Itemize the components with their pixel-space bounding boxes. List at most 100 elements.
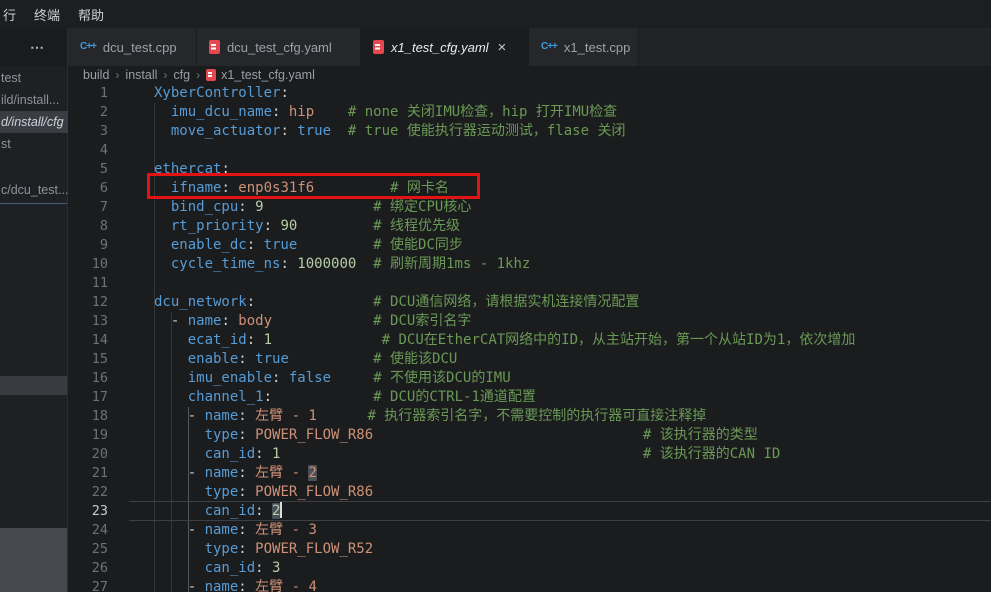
code-token: imu_dcu_name xyxy=(171,104,272,120)
code-token xyxy=(264,199,374,215)
code-token: : xyxy=(255,446,272,462)
line-number: 21 xyxy=(68,464,129,483)
code-token: - xyxy=(154,579,205,592)
code-token xyxy=(255,294,373,310)
code-line: type: POWER_FLOW_R86 # 该执行器的类型 xyxy=(129,426,991,445)
tab-label: dcu_test_cfg.yaml xyxy=(227,40,332,55)
code-token: ecat_id xyxy=(188,332,247,348)
code-token: # 该执行器的CAN ID xyxy=(643,446,780,462)
code-token xyxy=(314,104,348,120)
code-token: 1000000 xyxy=(297,256,356,272)
breadcrumb[interactable]: build›install›cfg›x1_test_cfg.yaml xyxy=(68,66,991,84)
code-token: # 线程优先级 xyxy=(373,218,460,234)
sidebar-item[interactable]: st xyxy=(0,133,68,155)
line-number: 6 xyxy=(68,179,129,198)
code-token: name xyxy=(205,408,239,424)
line-number: 5 xyxy=(68,160,129,179)
code-token: true xyxy=(264,237,298,253)
code-token: : xyxy=(221,313,238,329)
sidebar-item[interactable]: ild/install... xyxy=(0,89,68,111)
code-token: name xyxy=(188,313,222,329)
code-token: : xyxy=(280,85,288,101)
code-token: # true 使能执行器运动测试，flase 关闭 xyxy=(348,123,626,139)
code-token xyxy=(154,332,188,348)
code-token xyxy=(154,389,188,405)
breadcrumb-item[interactable]: cfg xyxy=(173,68,190,82)
menu-item-行[interactable]: 行 xyxy=(0,5,25,24)
code-token: # DCU在EtherCAT网络中的ID，从主站开始，第一个从站ID为1，依次增… xyxy=(382,332,856,348)
code-editor[interactable]: 1234567891011121314151617181920212223242… xyxy=(68,84,991,592)
code-token xyxy=(154,199,171,215)
cpp-file-icon: C++ xyxy=(80,40,96,54)
code-token: type xyxy=(205,541,239,557)
code-token: body xyxy=(238,313,272,329)
code-token: 左臂 - 1 xyxy=(255,408,317,424)
sidebar-item[interactable]: c/dcu_test... xyxy=(0,179,68,201)
tab-dcu_test.cpp[interactable]: C++ dcu_test.cpp xyxy=(68,28,197,66)
code-token: rt_priority xyxy=(171,218,264,234)
line-number: 27 xyxy=(68,578,129,592)
code-token: : xyxy=(264,389,272,405)
code-token: - xyxy=(154,313,188,329)
code-token: # 执行器索引名字，不需要控制的执行器可直接注释掉 xyxy=(367,408,706,424)
tab-dcu_test_cfg.yaml[interactable]: dcu_test_cfg.yaml xyxy=(197,28,361,66)
line-number: 12 xyxy=(68,293,129,312)
code-token xyxy=(154,541,205,557)
code-token: bind_cpu xyxy=(171,199,238,215)
code-token: : xyxy=(247,237,264,253)
code-token: # none 关闭IMU检查，hip 打开IMU检查 xyxy=(348,104,617,120)
line-number: 13 xyxy=(68,312,129,331)
code-line: type: POWER_FLOW_R52 xyxy=(129,540,991,559)
code-token xyxy=(154,370,188,386)
code-token: type xyxy=(205,427,239,443)
code-token: : xyxy=(238,541,255,557)
close-icon[interactable]: × xyxy=(498,40,507,55)
menu-item-终端[interactable]: 终端 xyxy=(25,5,69,24)
sidebar-bottom-panel xyxy=(0,528,67,592)
breadcrumb-item[interactable]: build xyxy=(83,68,109,82)
code-token xyxy=(297,218,373,234)
code-content[interactable]: XyberController: imu_dcu_name: hip # non… xyxy=(129,84,991,592)
code-token: : xyxy=(238,351,255,367)
code-token: true xyxy=(255,351,289,367)
sidebar-item[interactable]: test xyxy=(0,67,68,89)
line-number: 9 xyxy=(68,236,129,255)
more-actions-icon[interactable]: ⋯ xyxy=(30,39,45,56)
code-line: - name: body # DCU索引名字 xyxy=(129,312,991,331)
code-token: : xyxy=(238,579,255,592)
sidebar-hover-row[interactable] xyxy=(0,376,67,395)
menu-item-帮助[interactable]: 帮助 xyxy=(69,5,113,24)
code-line: channel_1: # DCU的CTRL-1通道配置 xyxy=(129,388,991,407)
tab-x1_test_cfg.yaml[interactable]: x1_test_cfg.yaml× xyxy=(361,28,529,66)
main-area: ⋯ test ild/install... d/install/cfg st c… xyxy=(0,28,991,592)
code-token xyxy=(317,408,368,424)
code-token: : xyxy=(272,104,289,120)
yaml-file-icon xyxy=(373,40,384,54)
code-token: XyberController xyxy=(154,85,280,101)
vscode-window: 行终端帮助 ⋯ test ild/install... d/install/cf… xyxy=(0,0,991,592)
sidebar-item-selected[interactable]: d/install/cfg xyxy=(0,111,68,133)
code-token xyxy=(154,237,171,253)
code-line: rt_priority: 90 # 线程优先级 xyxy=(129,217,991,236)
code-token: # 使能DC同步 xyxy=(373,237,463,253)
breadcrumb-item[interactable]: install xyxy=(125,68,157,82)
line-number: 16 xyxy=(68,369,129,388)
line-number: 11 xyxy=(68,274,129,293)
code-token: hip xyxy=(289,104,314,120)
code-token: - xyxy=(154,465,205,481)
code-token: imu_enable xyxy=(188,370,272,386)
editor-group: C++ dcu_test.cpp dcu_test_cfg.yaml x1_test_… xyxy=(68,28,991,592)
chevron-right-icon: › xyxy=(115,68,119,82)
code-token: - xyxy=(154,522,205,538)
code-token: POWER_FLOW_R52 xyxy=(255,541,373,557)
breadcrumb-file[interactable]: x1_test_cfg.yaml xyxy=(221,68,315,82)
line-number: 22 xyxy=(68,483,129,502)
chevron-right-icon: › xyxy=(163,68,167,82)
code-token: : xyxy=(280,123,297,139)
code-token xyxy=(280,446,642,462)
code-line: - name: 左臂 - 1 # 执行器索引名字，不需要控制的执行器可直接注释掉 xyxy=(129,407,991,426)
tab-x1_test.cpp[interactable]: C++x1_test.cpp xyxy=(529,28,639,66)
line-number: 7 xyxy=(68,198,129,217)
line-number: 24 xyxy=(68,521,129,540)
tab-label: dcu_test.cpp xyxy=(103,40,177,55)
